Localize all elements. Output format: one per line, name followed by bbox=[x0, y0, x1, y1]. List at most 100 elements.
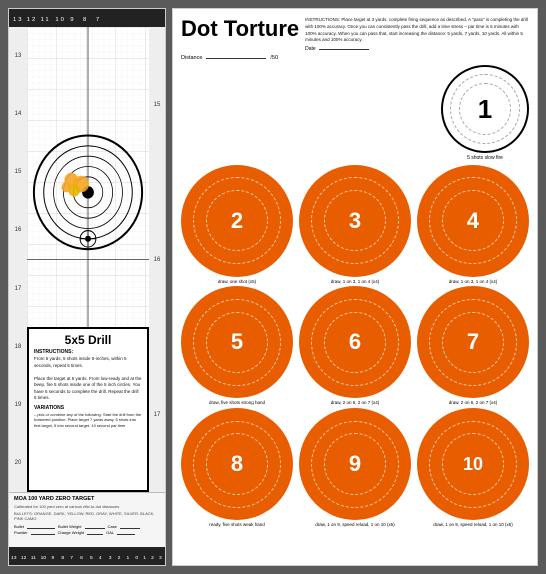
bottom-info: MOA 100 YARD ZERO TARGET Calibrated for … bbox=[9, 492, 165, 547]
field-case: Case bbox=[108, 524, 117, 529]
field-bullet: Bullet bbox=[14, 524, 24, 529]
dot-cell-9: 9 draw, 1 on 9, speed reload, 1 on 10 (x… bbox=[299, 408, 411, 528]
dot-circle-5: 5 bbox=[181, 286, 293, 398]
top-ruler: 13 12 11 10 9 8 7 bbox=[9, 9, 165, 27]
dot-cell-6: 6 draw, 2 on 6, 2 on 7 (x4) bbox=[299, 286, 411, 406]
dot-cell-7: 7 draw, 2 on 6, 2 on 7 (x4) bbox=[417, 286, 529, 406]
drill-variations-label: VARIATIONS bbox=[34, 405, 142, 411]
svg-text:12: 12 bbox=[27, 17, 38, 23]
svg-text:4: 4 bbox=[99, 555, 102, 561]
dot-cell-4: 4 draw, 1 on 3, 1 on 4 (x4) bbox=[417, 165, 529, 285]
dot-row-234: 2 draw, one shot (x5) 3 draw, 1 on 3, 1 … bbox=[181, 165, 529, 285]
dt-date-row: Date bbox=[305, 46, 529, 52]
ruler-num-right: 17 bbox=[154, 412, 161, 418]
svg-text:7: 7 bbox=[96, 17, 101, 23]
bottom-colors: BULLETS: ORANGE, DARK, YELLOW, RED, GRAY… bbox=[14, 511, 160, 521]
left-panel: 13 12 11 10 9 8 7 13 14 15 16 17 18 19 2… bbox=[8, 8, 166, 566]
bottom-subtitle: Calibrated for 100 yard zero at various … bbox=[14, 504, 160, 509]
field-bullet-weight: Bullet Weight bbox=[58, 524, 82, 529]
svg-text:1: 1 bbox=[143, 555, 146, 561]
dot-cell-5: 5 draw, five shots strong hand bbox=[181, 286, 293, 406]
dt-date-label: Date bbox=[305, 46, 316, 52]
svg-text:1: 1 bbox=[126, 555, 129, 561]
svg-text:5: 5 bbox=[90, 555, 93, 561]
dot-number-10: 10 bbox=[463, 454, 483, 475]
dot-label-10: draw, 1 on 9, speed reload, 1 on 10 (x5) bbox=[433, 522, 513, 528]
dt-title: Dot Torture bbox=[181, 17, 299, 41]
dot-circle-1: 1 bbox=[441, 65, 529, 153]
left-main-content: 13 14 15 16 17 18 19 20 15 16 17 bbox=[9, 27, 165, 547]
dot-label-6: draw, 2 on 6, 2 on 7 (x4) bbox=[331, 400, 380, 406]
dot-row-1: 1 5 shots slow fire bbox=[181, 65, 529, 162]
drill-instructions-label: INSTRUCTIONS: bbox=[34, 349, 142, 355]
right-panel: Dot Torture INSTRUCTIONS: Place target a… bbox=[172, 8, 538, 566]
dt-header: Dot Torture INSTRUCTIONS: Place target a… bbox=[181, 17, 529, 52]
ruler-num-right: 16 bbox=[154, 257, 161, 263]
dot-cell-1: 1 5 shots slow fire bbox=[441, 65, 529, 162]
dot-circle-2: 2 bbox=[181, 165, 293, 277]
ruler-num: 19 bbox=[15, 402, 22, 408]
dot-row-8910: 8 ready, five shots weak hand 9 draw, 1 … bbox=[181, 408, 529, 528]
dot-circle-7: 7 bbox=[417, 286, 529, 398]
svg-text:7: 7 bbox=[70, 555, 73, 561]
bottom-ruler: 13 12 11 10 9 8 7 6 5 4 3 2 1 0 1 2 3 bbox=[9, 547, 165, 565]
svg-text:8: 8 bbox=[83, 17, 88, 23]
dot-label-3: draw, 1 on 3, 1 on 4 (x4) bbox=[331, 279, 380, 285]
dot-label-9: draw, 1 on 9, speed reload, 1 on 10 (x5) bbox=[315, 522, 395, 528]
dot-circle-10: 10 bbox=[417, 408, 529, 520]
ruler-num-right: 15 bbox=[154, 102, 161, 108]
ruler-num: 20 bbox=[15, 460, 22, 466]
svg-text:11: 11 bbox=[31, 555, 36, 561]
svg-text:6: 6 bbox=[80, 555, 83, 561]
dot-label-7: draw, 2 on 6, 2 on 7 (x4) bbox=[449, 400, 498, 406]
svg-text:3: 3 bbox=[109, 555, 112, 561]
ruler-num: 14 bbox=[15, 111, 22, 117]
dot-label-4: draw, 1 on 3, 1 on 4 (x4) bbox=[449, 279, 498, 285]
ruler-num: 17 bbox=[15, 286, 22, 292]
svg-text:9: 9 bbox=[51, 555, 54, 561]
dot-number-1: 1 bbox=[478, 94, 492, 125]
svg-text:0: 0 bbox=[135, 555, 138, 561]
drill-instructions-text: From 5 yards, 5 shots inside 5-inches, w… bbox=[34, 356, 142, 402]
dot-number-6: 6 bbox=[349, 329, 361, 355]
svg-text:13: 13 bbox=[11, 555, 17, 561]
dot-number-9: 9 bbox=[349, 451, 361, 477]
svg-text:11: 11 bbox=[41, 17, 51, 23]
dot-cell-10: 10 draw, 1 on 9, speed reload, 1 on 10 (… bbox=[417, 408, 529, 528]
dot-cell-3: 3 draw, 1 on 3, 1 on 4 (x4) bbox=[299, 165, 411, 285]
drill-section: 5x5 Drill INSTRUCTIONS: From 5 yards, 5 … bbox=[27, 327, 149, 492]
dt-distance-label: Distance bbox=[181, 55, 202, 61]
page-container: 13 12 11 10 9 8 7 13 14 15 16 17 18 19 2… bbox=[8, 8, 538, 566]
svg-text:10: 10 bbox=[55, 17, 66, 23]
svg-text:13: 13 bbox=[13, 17, 24, 23]
dot-number-8: 8 bbox=[231, 451, 243, 477]
dt-instructions-block: INSTRUCTIONS: Place target at 3 yards, c… bbox=[305, 17, 529, 52]
dot-circle-4: 4 bbox=[417, 165, 529, 277]
dot-circle-9: 9 bbox=[299, 408, 411, 520]
drill-variations-text: – pick or combine any of the following. … bbox=[34, 412, 142, 429]
svg-text:8: 8 bbox=[61, 555, 64, 561]
ruler-num: 13 bbox=[15, 53, 22, 59]
ruler-num: 16 bbox=[15, 227, 22, 233]
svg-text:9: 9 bbox=[70, 17, 75, 23]
dot-circle-8: 8 bbox=[181, 408, 293, 520]
dot-cell-8: 8 ready, five shots weak hand bbox=[181, 408, 293, 528]
dt-score-label: /50 bbox=[270, 55, 278, 61]
dot-cell-2: 2 draw, one shot (x5) bbox=[181, 165, 293, 285]
dt-instructions: INSTRUCTIONS: Place target at 3 yards, c… bbox=[305, 17, 529, 44]
dot-circle-6: 6 bbox=[299, 286, 411, 398]
dt-distance-row: Distance /50 bbox=[181, 55, 529, 61]
dot-number-7: 7 bbox=[467, 329, 479, 355]
svg-text:2: 2 bbox=[151, 555, 154, 561]
drill-title: 5x5 Drill bbox=[34, 333, 142, 347]
dot-label-8: ready, five shots weak hand bbox=[209, 522, 264, 528]
ruler-num: 15 bbox=[15, 169, 22, 175]
dot-label-5: draw, five shots strong hand bbox=[209, 400, 265, 406]
dot-number-3: 3 bbox=[349, 208, 361, 234]
dot-label-1: 5 shots slow fire bbox=[467, 155, 503, 162]
dot-number-5: 5 bbox=[231, 329, 243, 355]
dot-circle-3: 3 bbox=[299, 165, 411, 277]
dot-number-4: 4 bbox=[467, 208, 479, 234]
svg-text:10: 10 bbox=[41, 555, 47, 561]
bottom-info-title: MOA 100 YARD ZERO TARGET bbox=[14, 496, 160, 502]
